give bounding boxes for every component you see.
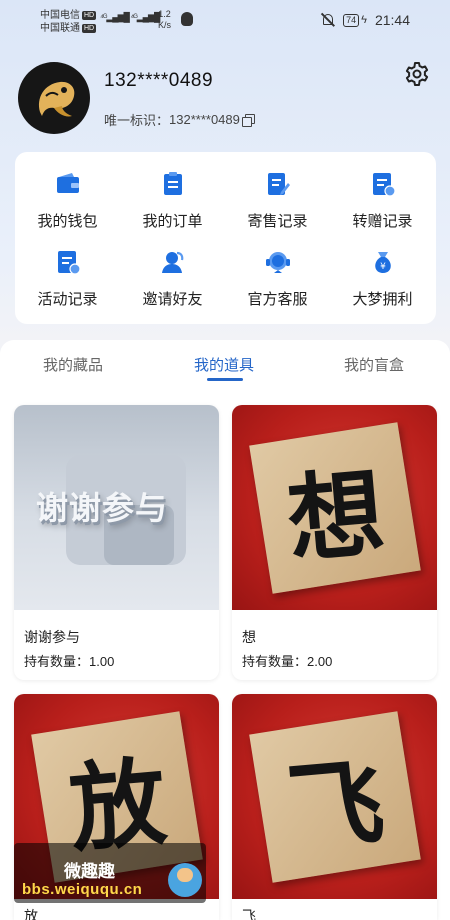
carrier-info: 中国电信 HD 中国联通 HD	[40, 9, 97, 35]
copy-icon[interactable]	[241, 113, 255, 127]
net-speed-unit: K/s	[158, 20, 172, 30]
net-speed-value: 1.2	[158, 9, 171, 19]
carrier-1: 中国电信	[40, 10, 80, 21]
prop-name: 飞	[242, 908, 256, 920]
menu-label: 大梦拥利	[352, 291, 413, 308]
menu-item-transfer[interactable]: 转赠记录	[330, 170, 435, 231]
prop-image-text: 想	[282, 455, 389, 577]
service-icon	[265, 252, 290, 273]
tab-collections[interactable]: 我的藏品	[43, 354, 103, 375]
prop-card[interactable]: 想 想 持有数量：2.00	[232, 405, 437, 680]
fish-logo-icon	[38, 81, 75, 117]
avatar[interactable]	[18, 62, 90, 134]
hd-badge: HD	[82, 24, 97, 33]
watermark-title: 微趣趣	[64, 862, 115, 881]
clock: 21:44	[374, 12, 410, 28]
uid-label: 唯一标识：	[104, 113, 170, 128]
prop-quantity: 持有数量：1.00	[24, 654, 115, 669]
menu-item-orders[interactable]: 我的订单	[120, 170, 225, 231]
battery-icon: 74	[343, 13, 360, 27]
hd-badge: HD	[82, 11, 97, 20]
order-icon	[163, 172, 182, 195]
prop-card[interactable]: 谢谢参与 谢谢参与 持有数量：1.00	[14, 405, 219, 680]
transfer-icon	[372, 173, 396, 197]
svg-text:¥: ¥	[380, 262, 386, 272]
network-speed: 1.2 K/s	[158, 9, 171, 31]
invite-icon	[161, 251, 183, 273]
menu-item-invite[interactable]: 邀请好友	[120, 248, 225, 309]
menu-label: 官方客服	[247, 291, 308, 308]
menu-item-consignment[interactable]: 寄售记录	[225, 170, 330, 231]
menu-label: 我的订单	[142, 213, 203, 230]
prop-image-text: 飞	[282, 744, 389, 866]
menu-label: 寄售记录	[247, 213, 308, 230]
username: 132****0489	[104, 70, 214, 91]
consignment-icon	[267, 173, 290, 195]
tab-blind-boxes[interactable]: 我的盲盒	[344, 354, 404, 375]
prop-name: 放	[24, 908, 38, 920]
mute-bell-icon	[320, 13, 335, 27]
menu-item-service[interactable]: 官方客服	[225, 248, 330, 309]
menu-item-dream-bonus[interactable]: ¥ 大梦拥利	[330, 248, 435, 309]
uid-value: 132****0489	[169, 112, 240, 127]
prop-image: 谢谢参与	[14, 405, 219, 610]
settings-gear-icon[interactable]	[404, 61, 430, 87]
uid-row: 唯一标识： 132****0489	[104, 110, 255, 129]
menu-item-wallet[interactable]: 我的钱包	[15, 170, 120, 231]
watermark: 微趣趣 bbs.weiququ.cn	[14, 843, 206, 903]
prop-name: 谢谢参与	[24, 629, 80, 645]
carrier-2: 中国联通	[40, 23, 80, 34]
qq-icon	[181, 12, 193, 26]
menu-label: 我的钱包	[37, 213, 98, 230]
watermark-url: bbs.weiququ.cn	[22, 881, 143, 898]
prop-image-text: 谢谢参与	[36, 490, 169, 526]
prop-quantity: 持有数量：2.00	[242, 654, 333, 669]
tab-props[interactable]: 我的道具	[194, 354, 254, 375]
money-bag-icon: ¥	[374, 252, 391, 273]
charging-icon: ϟ	[361, 14, 367, 26]
signal-icon: ⁴ᴳ▂▄▆█ ⁴ᴳ▂▄▆█	[100, 12, 160, 22]
status-bar: 中国电信 HD 中国联通 HD ⁴ᴳ▂▄▆█ ⁴ᴳ▂▄▆█ 1.2 K/s 74 ϟ…	[0, 0, 450, 40]
prop-card[interactable]: 飞 飞	[232, 694, 437, 920]
wallet-icon	[56, 173, 79, 193]
menu-label: 转赠记录	[352, 213, 413, 230]
prop-image: 想	[232, 405, 437, 610]
active-tab-indicator	[207, 378, 243, 381]
menu-label: 邀请好友	[142, 291, 203, 308]
mascot-icon	[168, 863, 202, 897]
activity-icon	[57, 251, 81, 275]
menu-card: 我的钱包 我的订单 寄售记录 转赠记录 活动记录 邀请好友 官方客服 ¥ 大梦拥…	[15, 152, 436, 324]
menu-label: 活动记录	[37, 291, 98, 308]
prop-image: 飞	[232, 694, 437, 899]
menu-item-activity[interactable]: 活动记录	[15, 248, 120, 309]
prop-name: 想	[242, 629, 256, 645]
